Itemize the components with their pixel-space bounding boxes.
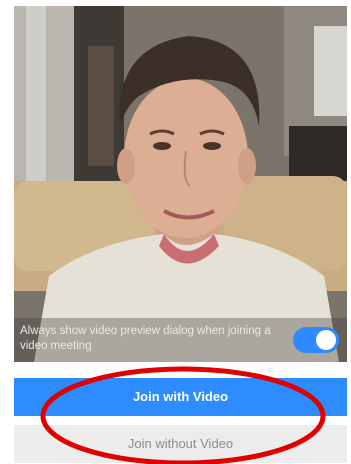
join-with-video-button[interactable]: Join with Video xyxy=(14,378,347,416)
video-preview: Always show video preview dialog when jo… xyxy=(14,6,347,362)
preview-setting-row: Always show video preview dialog when jo… xyxy=(14,318,347,362)
camera-feed-image xyxy=(14,6,347,362)
always-show-preview-toggle[interactable] xyxy=(293,327,339,353)
toggle-knob xyxy=(316,330,336,350)
always-show-preview-label: Always show video preview dialog when jo… xyxy=(20,325,271,352)
join-without-video-button[interactable]: Join without Video xyxy=(14,425,347,463)
